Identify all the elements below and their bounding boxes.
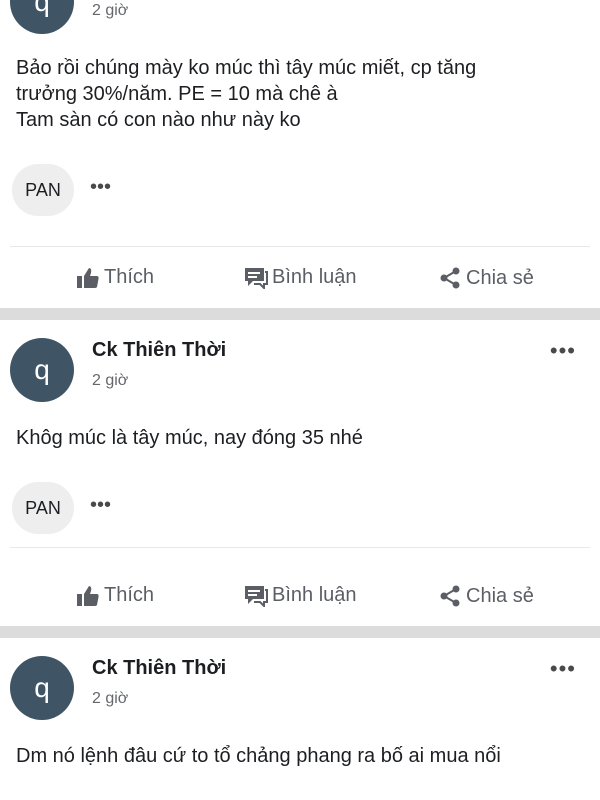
avatar-letter: q (34, 0, 50, 17)
post-time[interactable]: 2 giờ (92, 2, 128, 20)
thumbs-up-icon (77, 585, 99, 606)
post-time[interactable]: 2 giờ (92, 372, 128, 390)
share-label: Chia sẻ (466, 266, 534, 289)
post-options-button[interactable]: ••• (550, 656, 576, 682)
stock-tag[interactable]: PAN (12, 482, 74, 534)
post-separator (0, 626, 600, 638)
post-text-line: Khôg múc là tây múc, nay đóng 35 nhé (16, 427, 363, 449)
like-button[interactable]: Thích (76, 266, 154, 289)
post-time[interactable]: 2 giờ (92, 690, 128, 708)
post-card: q 2 giờ Bảo rồi chúng mày ko múc thì tây… (0, 0, 600, 308)
comment-icon (245, 267, 268, 289)
share-label: Chia sẻ (466, 584, 534, 607)
avatar[interactable]: q (10, 338, 74, 402)
comment-label: Bình luận (272, 266, 357, 288)
post-card: q Ck Thiên Thời 2 giờ ••• Khôg múc là tâ… (0, 320, 600, 626)
thumbs-up-icon (77, 267, 99, 288)
post-card: q Ck Thiên Thời 2 giờ ••• Dm nó lệnh đâu… (0, 638, 600, 800)
tag-more-button[interactable]: ••• (90, 494, 111, 517)
post-text-line: trưởng 30%/năm. PE = 10 mà chê à (16, 83, 338, 105)
comment-button[interactable]: Bình luận (244, 584, 357, 607)
comment-label: Bình luận (272, 584, 357, 606)
share-icon (440, 585, 460, 607)
share-button[interactable]: Chia sẻ (438, 266, 534, 290)
post-separator (0, 308, 600, 320)
post-text-line: Dm nó lệnh đâu cứ to tổ chảng phang ra b… (16, 745, 501, 767)
post-text-line: Bảo rồi chúng mày ko múc thì tây múc miế… (16, 57, 477, 79)
post-text: Khôg múc là tây múc, nay đóng 35 nhé (16, 425, 570, 451)
avatar-letter: q (34, 354, 50, 385)
tag-more-button[interactable]: ••• (90, 176, 111, 199)
comment-icon (245, 585, 268, 607)
post-text-line: Tam sàn có con nào như này ko (16, 109, 301, 131)
like-button[interactable]: Thích (76, 584, 154, 607)
author-name[interactable]: Ck Thiên Thời (92, 339, 226, 362)
post-text: Bảo rồi chúng mày ko múc thì tây múc miế… (16, 55, 570, 133)
stock-tag[interactable]: PAN (12, 164, 74, 216)
stock-tag-label: PAN (25, 497, 61, 518)
avatar-letter: q (34, 672, 50, 703)
like-label: Thích (104, 584, 155, 606)
comment-button[interactable]: Bình luận (244, 266, 357, 289)
divider (10, 246, 590, 247)
share-button[interactable]: Chia sẻ (438, 584, 534, 608)
like-label: Thích (104, 266, 155, 288)
post-text: Dm nó lệnh đâu cứ to tổ chảng phang ra b… (16, 743, 570, 769)
share-icon (440, 267, 460, 289)
author-name[interactable]: Ck Thiên Thời (92, 657, 226, 680)
stock-tag-label: PAN (25, 179, 61, 200)
post-options-button[interactable]: ••• (550, 338, 576, 364)
avatar[interactable]: q (10, 656, 74, 720)
avatar[interactable]: q (10, 0, 74, 34)
divider (10, 547, 590, 548)
